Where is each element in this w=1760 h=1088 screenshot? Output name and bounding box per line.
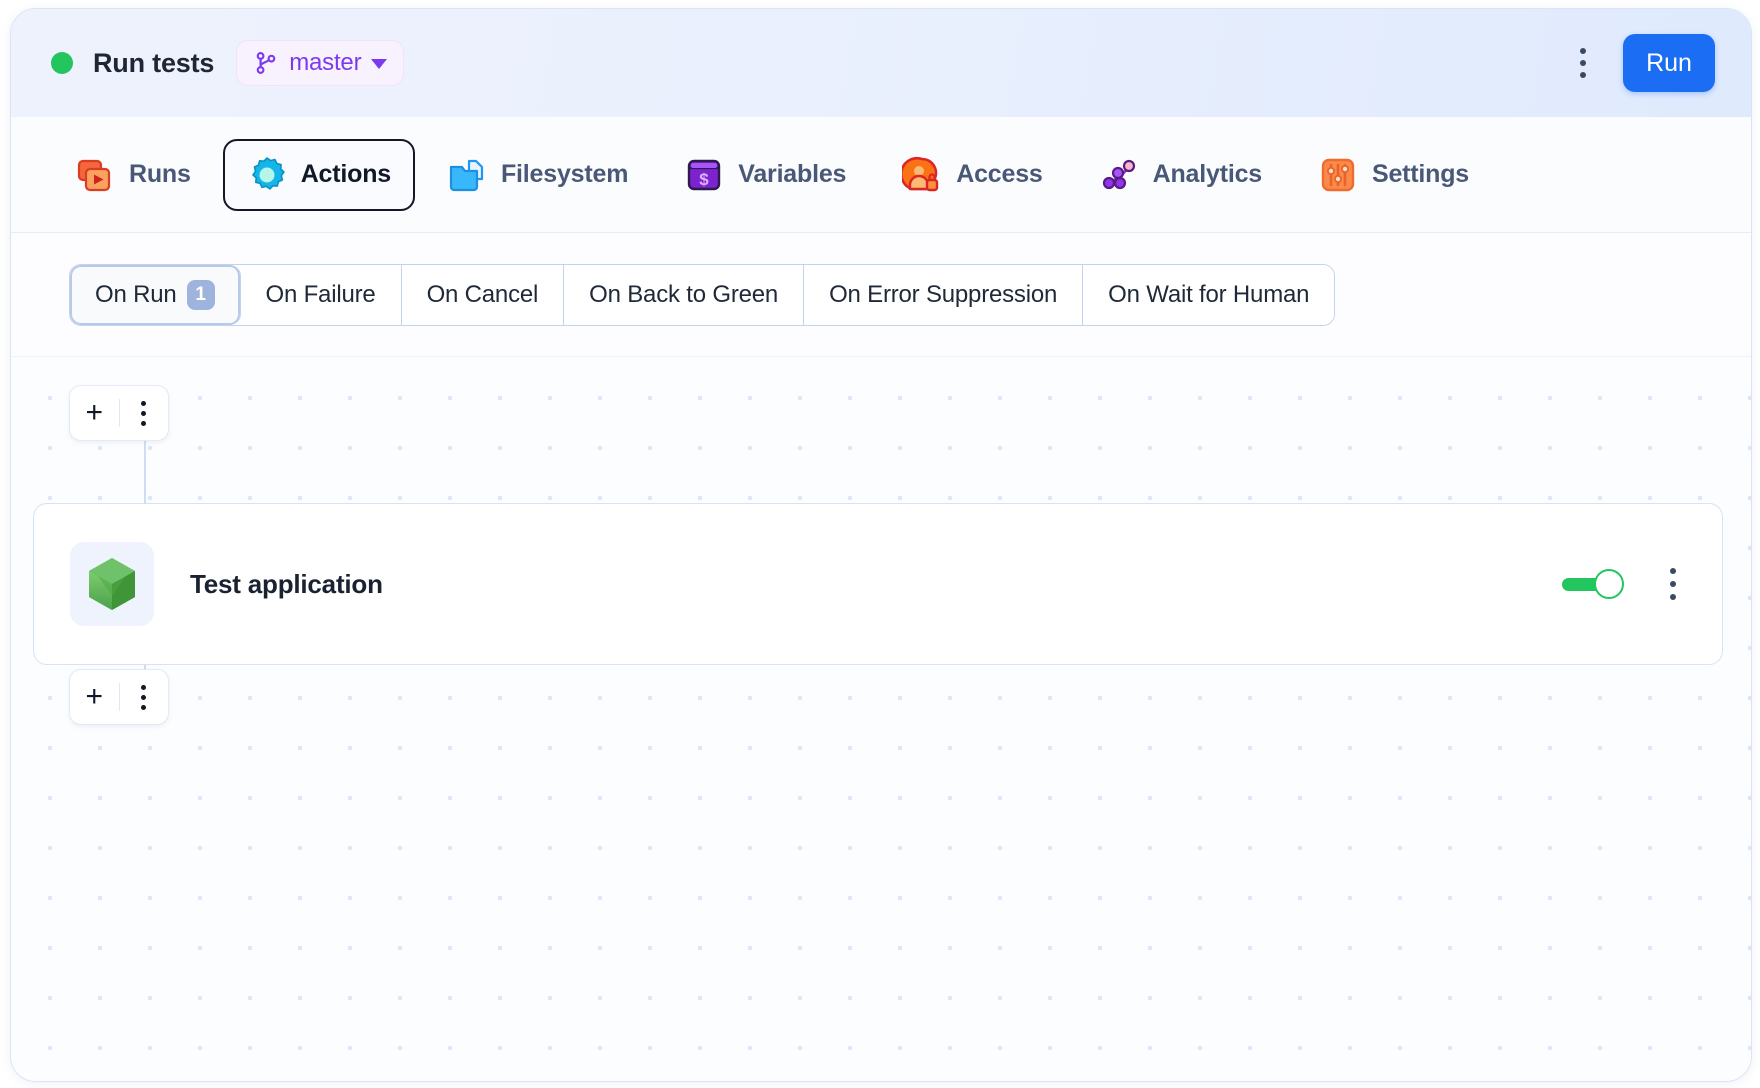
tab-runs[interactable]: Runs	[51, 139, 215, 211]
tab-runs-label: Runs	[129, 160, 191, 188]
run-button[interactable]: Run	[1623, 34, 1715, 92]
chevron-down-icon	[371, 59, 388, 69]
flow-container: + Test application +	[33, 385, 1723, 725]
filesystem-icon	[449, 159, 484, 191]
subtab-on-wait-for-human-label: On Wait for Human	[1108, 280, 1310, 308]
tab-filesystem-label: Filesystem	[500, 160, 629, 188]
tab-variables[interactable]: $ Variables	[660, 139, 870, 211]
status-indicator-dot	[51, 52, 73, 74]
toggle-knob	[1594, 569, 1624, 599]
subtab-on-error-suppression-label: On Error Suppression	[829, 280, 1058, 308]
add-bar-kebab-menu-icon[interactable]	[120, 400, 169, 426]
variables-icon: $	[688, 159, 721, 190]
tab-analytics[interactable]: Analytics	[1075, 139, 1286, 211]
branch-selector[interactable]: master	[236, 40, 405, 86]
tab-analytics-label: Analytics	[1152, 160, 1263, 188]
plus-icon[interactable]: +	[70, 398, 119, 428]
subtab-on-cancel-label: On Cancel	[426, 280, 539, 308]
branch-name: master	[289, 49, 362, 76]
page-title: Run tests	[93, 47, 215, 78]
tab-filesystem[interactable]: Filesystem	[423, 139, 652, 211]
subtab-on-back-to-green[interactable]: On Back to Green	[564, 264, 805, 325]
action-card-controls	[1562, 562, 1688, 606]
action-icon-container	[70, 542, 154, 626]
tab-settings[interactable]: Settings	[1294, 139, 1493, 211]
analytics-icon	[1102, 159, 1135, 189]
tab-actions[interactable]: Actions	[222, 138, 415, 211]
subtab-on-back-to-green-label: On Back to Green	[589, 280, 779, 308]
main-nav: Runs Actions Filesystem $ Variables Acce…	[11, 117, 1751, 233]
connector-line-top	[144, 441, 146, 503]
action-kebab-menu-icon[interactable]	[1658, 562, 1688, 606]
access-icon	[902, 156, 939, 191]
action-enabled-toggle[interactable]	[1562, 569, 1624, 599]
subtab-on-error-suppression[interactable]: On Error Suppression	[804, 264, 1084, 325]
add-action-bar-bottom: +	[69, 669, 169, 725]
add-bar-kebab-menu-icon[interactable]	[120, 684, 169, 710]
runs-icon	[77, 159, 111, 191]
trigger-subtabs: On Run 1 On Failure On Cancel On Back to…	[11, 233, 1751, 357]
svg-text:$: $	[700, 170, 710, 189]
settings-icon	[1321, 158, 1355, 191]
tab-actions-label: Actions	[300, 160, 391, 188]
tab-access[interactable]: Access	[878, 139, 1066, 211]
tab-settings-label: Settings	[1371, 160, 1470, 188]
flow-canvas[interactable]: + Test application +	[11, 357, 1751, 1081]
subtab-on-failure[interactable]: On Failure	[240, 264, 402, 325]
subtab-on-cancel[interactable]: On Cancel	[401, 264, 565, 325]
subtab-on-wait-for-human[interactable]: On Wait for Human	[1083, 264, 1335, 325]
app-window: Run tests master Run Runs Actions Filesy…	[10, 8, 1752, 1082]
git-branch-icon	[256, 52, 276, 74]
action-card[interactable]: Test application	[33, 503, 1723, 665]
add-action-bar-top: +	[69, 385, 169, 441]
actions-icon	[251, 156, 285, 190]
segmented-control: On Run 1 On Failure On Cancel On Back to…	[69, 263, 1336, 326]
pipeline-header: Run tests master Run	[11, 9, 1751, 117]
plus-icon[interactable]: +	[70, 682, 119, 712]
subtab-on-run[interactable]: On Run 1	[70, 264, 241, 325]
subtab-on-run-label: On Run	[95, 280, 177, 308]
tab-variables-label: Variables	[738, 160, 847, 188]
tab-access-label: Access	[956, 160, 1043, 188]
subtab-on-failure-label: On Failure	[265, 280, 376, 308]
nodejs-hexagon-icon	[89, 558, 135, 610]
subtab-on-run-badge: 1	[186, 279, 215, 310]
action-title: Test application	[190, 568, 383, 599]
header-kebab-menu-icon[interactable]	[1565, 40, 1601, 86]
header-actions: Run	[1565, 34, 1715, 92]
